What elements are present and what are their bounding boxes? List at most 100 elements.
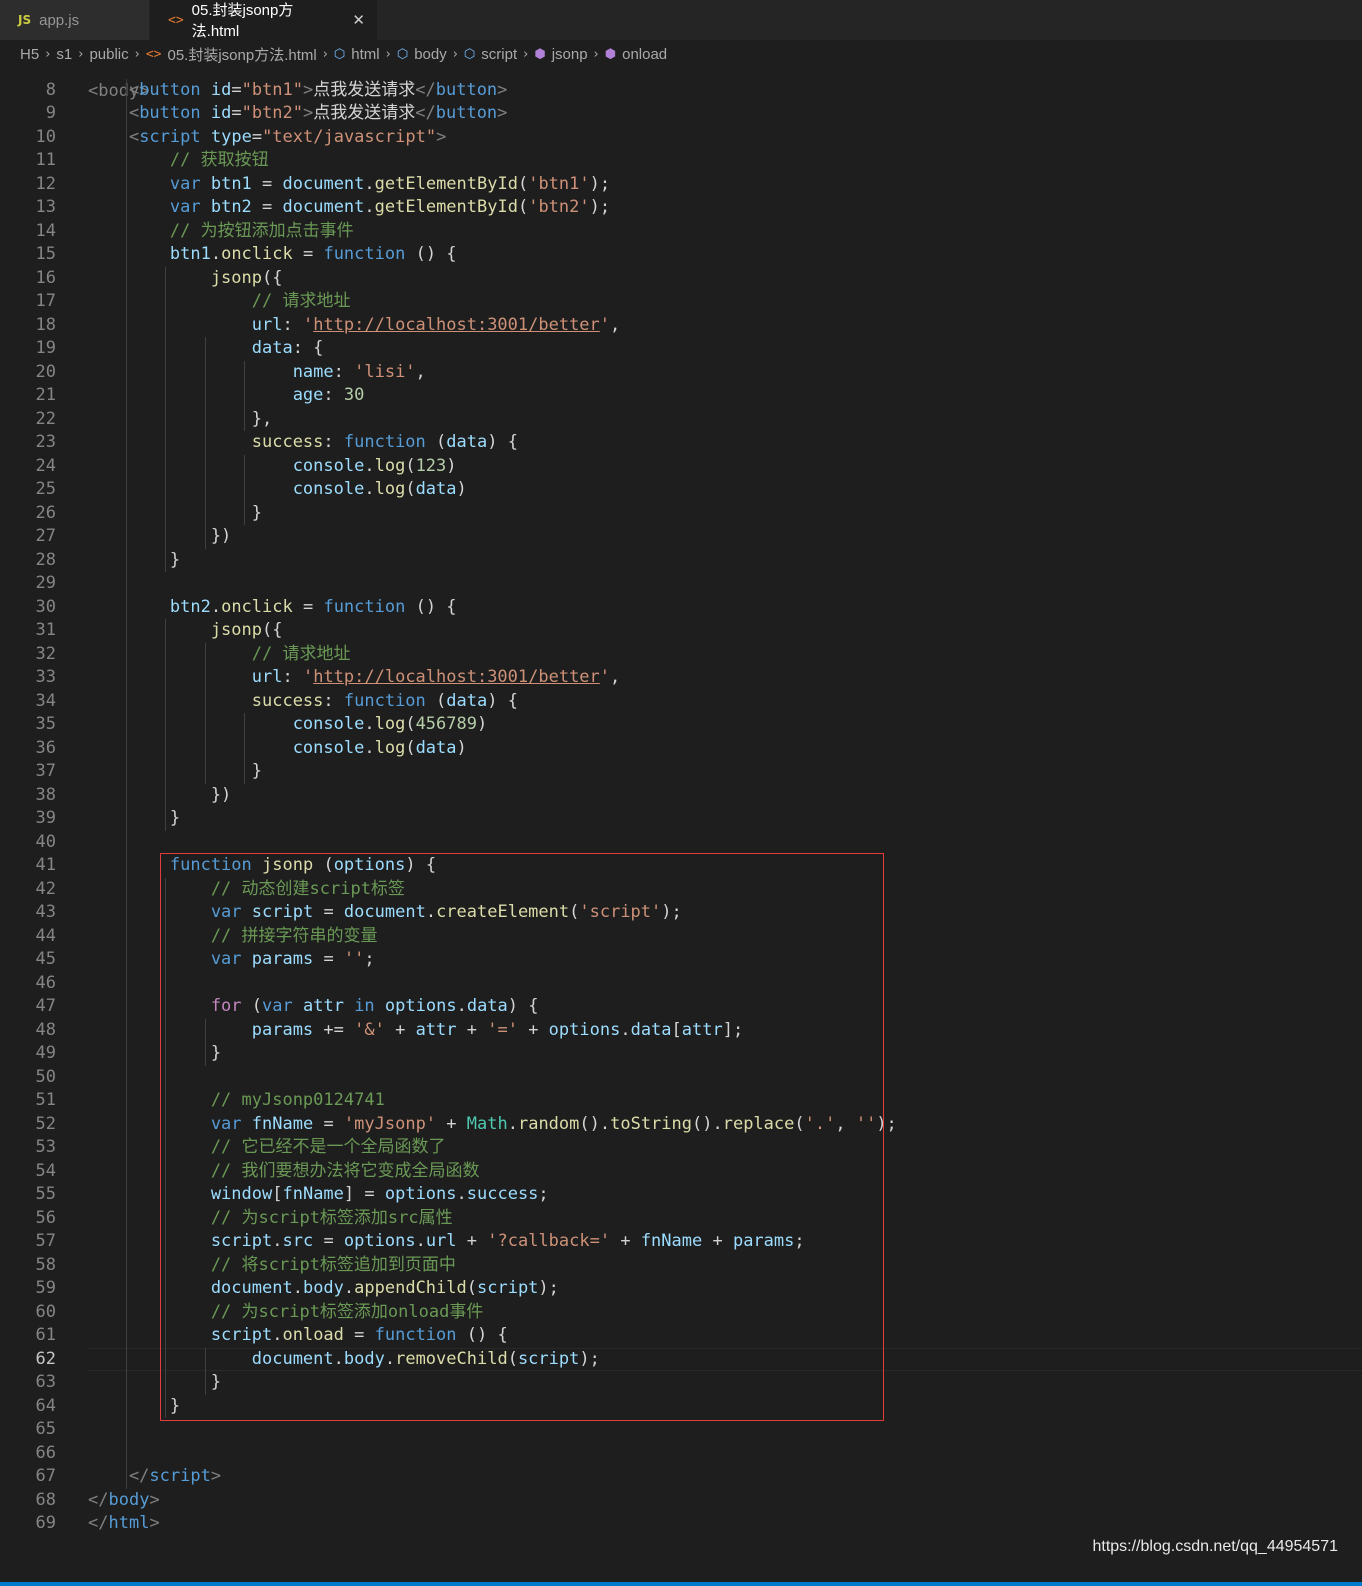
code-content: name: 'lisi', (88, 361, 426, 385)
breadcrumb-file[interactable]: <> 05.封装jsonp方法.html (146, 44, 317, 65)
code-token: ( (313, 855, 334, 875)
code-token: function (88, 855, 252, 875)
breadcrumb-body[interactable]: ⬡ body (397, 46, 447, 63)
html-file-icon: <> (168, 12, 184, 28)
line-number: 54 (35, 1160, 56, 1181)
code-token: ( (507, 1348, 518, 1369)
breadcrumb-public[interactable]: public (89, 46, 128, 63)
code-line[interactable]: 41 function jsonp (options) { (0, 854, 1362, 878)
code-token: btn2 (210, 197, 252, 217)
code-token: . (364, 173, 375, 194)
code-line[interactable]: 67 </script> (0, 1465, 1362, 1489)
code-line[interactable]: 50 (0, 1066, 1362, 1090)
line-number: 17 (35, 291, 56, 311)
code-line[interactable]: 59 document.body.appendChild(script); (0, 1277, 1362, 1301)
code-line[interactable]: 60 // 为script标签添加onload事件 (0, 1301, 1362, 1325)
code-content: btn2.onclick = function () { (88, 596, 457, 620)
code-line[interactable]: 30 btn2.onclick = function () { (0, 596, 1362, 620)
code-content: </body> (88, 1489, 160, 1513)
code-line[interactable]: 9 <button id="btn2">点我发送请求</button> (0, 102, 1362, 126)
breadcrumb-html[interactable]: ⬡ html (334, 46, 380, 63)
breadcrumb-body-label: body (414, 45, 447, 63)
code-line[interactable]: 61 script.onload = function () { (0, 1324, 1362, 1348)
code-line[interactable]: 54 // 我们要想办法将它变成全局函数 (0, 1160, 1362, 1184)
code-line[interactable]: 52 var fnName = 'myJsonp' + Math.random(… (0, 1113, 1362, 1137)
line-number: 56 (35, 1207, 56, 1228)
code-token: '?callback=' (487, 1231, 611, 1251)
code-token: < (88, 126, 140, 147)
indent-guide (165, 266, 167, 572)
code-token: http://localhost:3001/better (313, 667, 600, 687)
code-line[interactable]: 65 (0, 1418, 1362, 1442)
code-line[interactable]: 39 } (0, 807, 1362, 831)
code-token: jsonp (88, 267, 262, 288)
code-line[interactable]: 43 var script = document.createElement('… (0, 901, 1362, 925)
line-number: 39 (35, 808, 56, 828)
code-line[interactable]: 56 // 为script标签添加src属性 (0, 1207, 1362, 1231)
indent-guide (244, 454, 246, 525)
line-number: 49 (35, 1043, 56, 1063)
code-line[interactable]: 15 btn1.onclick = function () { (0, 243, 1362, 267)
line-number: 28 (35, 549, 56, 570)
line-number: 30 (35, 596, 56, 617)
code-line[interactable]: 47 for (var attr in options.data) { (0, 995, 1362, 1019)
code-line[interactable]: 68 </body> (0, 1489, 1362, 1513)
code-line[interactable]: 46 (0, 972, 1362, 996)
code-line[interactable]: 8 <button id="btn1">点我发送请求</button> (0, 79, 1362, 103)
code-line[interactable]: 14 // 为按钮添加点击事件 (0, 220, 1362, 244)
code-line[interactable]: 66 (0, 1442, 1362, 1466)
code-token: ( (405, 714, 416, 734)
line-number: 23 (35, 432, 56, 452)
code-line[interactable]: 28 } (0, 549, 1362, 573)
code-editor[interactable]: <body> 8 <button id="btn1">点我发送请求</butto… (0, 68, 1362, 1558)
code-line[interactable]: 31 jsonp({ (0, 619, 1362, 643)
code-token: id (210, 79, 232, 100)
code-line[interactable]: 38 }) (0, 784, 1362, 808)
code-line[interactable]: 40 (0, 831, 1362, 855)
code-token: options (333, 855, 406, 875)
code-token: ]; (722, 1019, 744, 1040)
code-line[interactable]: 13 var btn2 = document.getElementById('b… (0, 196, 1362, 220)
code-line[interactable]: 51 // myJsonp0124741 (0, 1089, 1362, 1113)
code-token: // 请求地址 (88, 643, 351, 664)
tab-app-js[interactable]: JS app.js (0, 0, 150, 40)
code-line[interactable]: 58 // 将script标签追加到页面中 (0, 1254, 1362, 1278)
breadcrumb-jsonp[interactable]: ⬢ jsonp (534, 46, 587, 63)
code-line[interactable]: 16 jsonp({ (0, 267, 1362, 291)
breadcrumb-s1[interactable]: s1 (56, 46, 72, 63)
code-token: ) { (405, 855, 437, 875)
code-line[interactable]: 53 // 它已经不是一个全局函数了 (0, 1136, 1362, 1160)
code-line[interactable]: 57 script.src = options.url + '?callback… (0, 1230, 1362, 1254)
code-line[interactable]: 64 } (0, 1395, 1362, 1419)
line-number: 41 (35, 855, 56, 875)
tab-jsonp-html[interactable]: <> 05.封装jsonp方法.html ✕ (150, 0, 378, 40)
code-content: script.onload = function () { (88, 1324, 508, 1348)
code-line[interactable]: 29 (0, 572, 1362, 596)
code-content: // 请求地址 (88, 290, 351, 314)
code-line[interactable]: 44 // 拼接字符串的变量 (0, 925, 1362, 949)
breadcrumb-script[interactable]: ⬡ script (464, 46, 517, 63)
breadcrumb-h5[interactable]: H5 (20, 46, 39, 63)
code-token: + (436, 1113, 467, 1134)
indent-guide (244, 360, 246, 431)
code-line[interactable]: 42 // 动态创建script标签 (0, 878, 1362, 902)
code-line[interactable]: 17 // 请求地址 (0, 290, 1362, 314)
close-icon[interactable]: ✕ (352, 11, 365, 29)
code-line[interactable]: 10 <script type="text/javascript"> (0, 126, 1362, 150)
code-line[interactable]: 55 window[fnName] = options.success; (0, 1183, 1362, 1207)
line-number: 65 (35, 1419, 56, 1439)
line-number: 55 (35, 1184, 56, 1204)
code-token: // 它已经不是一个全局函数了 (88, 1137, 446, 1157)
line-number: 16 (35, 267, 56, 288)
code-line[interactable]: 11 // 获取按钮 (0, 149, 1362, 173)
code-line[interactable]: 45 var params = ''; (0, 948, 1362, 972)
code-line[interactable]: 12 var btn1 = document.getElementById('b… (0, 173, 1362, 197)
code-token: > (149, 1489, 160, 1510)
breadcrumb-onload[interactable]: ⬢ onload (605, 46, 667, 63)
code-token: . (507, 1113, 518, 1134)
code-line[interactable]: 69 </html> (0, 1512, 1362, 1536)
code-token: (). (692, 1113, 723, 1134)
code-line[interactable]: 18 url: 'http://localhost:3001/better', (0, 314, 1362, 338)
